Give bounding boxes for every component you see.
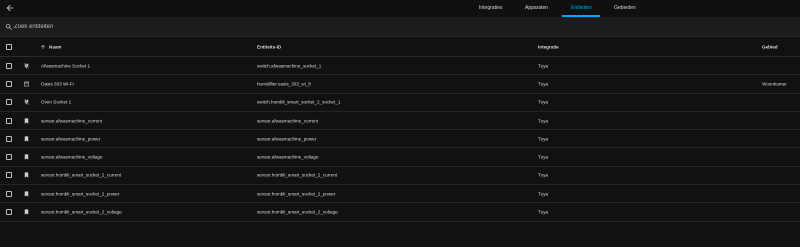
top-app-bar: Integraties Apparaten Entiteiten Gebiede… — [0, 0, 800, 17]
row-checkbox[interactable] — [6, 62, 12, 69]
column-header-integration[interactable]: Integratie — [538, 45, 559, 50]
row-checkbox[interactable] — [6, 99, 12, 106]
air-humidifier-icon — [24, 81, 29, 87]
bookmark-icon — [24, 136, 29, 142]
entity-integration: Tuya — [538, 154, 549, 160]
entity-id: sensor.hombli_smart_socket_2_power — [257, 191, 336, 197]
power-plug-off-icon — [23, 99, 30, 106]
search-icon — [6, 24, 12, 30]
entity-id: sensor.afwasmachine_voltage — [257, 154, 319, 160]
entity-integration: Tuya — [538, 136, 549, 142]
entity-name: sensor.afwasmachine_voltage — [41, 154, 103, 160]
table-row[interactable]: sensor.afwasmachine_current sensor.afwasm… — [0, 112, 800, 131]
table-row[interactable]: sensor.hombli_smart_socket_2_current sens… — [0, 167, 800, 186]
bookmark-icon — [24, 209, 29, 215]
column-header-area[interactable]: Gebied — [762, 45, 778, 50]
table-row[interactable]: sensor.hombli_smart_socket_2_voltage sens… — [0, 203, 800, 222]
entity-id: sensor.hombli_smart_socket_2_current — [257, 172, 338, 178]
entity-name: sensor.hombli_smart_socket_2_voltage — [41, 209, 122, 215]
entity-name: sensor.hombli_smart_socket_2_power — [41, 191, 120, 197]
entity-name: sensor.hombli_smart_socket_2_current — [41, 172, 122, 178]
table-header: Naam Entiteits-ID Integratie Gebied — [0, 38, 800, 57]
table-row[interactable]: Oasis 303 Wi-Fi humidifier.oasis_303_wi_f… — [0, 75, 800, 94]
entity-id: humidifier.oasis_303_wi_fi — [257, 81, 311, 87]
bookmark-icon — [24, 117, 29, 124]
search-bar — [0, 17, 800, 37]
row-checkbox[interactable] — [6, 135, 12, 142]
tab-bar: Integraties Apparaten Entiteiten Gebiede… — [0, 0, 800, 17]
table-body: Afwasmachine Socket 1 switch.afwasmachine… — [0, 57, 800, 222]
entity-id: sensor.hombli_smart_socket_2_voltage — [257, 209, 338, 215]
entity-integration: Tuya — [538, 191, 549, 197]
entity-id: sensor.afwasmachine_current — [257, 118, 319, 124]
entity-id: sensor.afwasmachine_power — [257, 136, 317, 142]
bookmark-icon — [24, 191, 29, 197]
entity-name: Oven Socket 1 — [41, 99, 72, 105]
column-header-name[interactable]: Naam — [49, 45, 62, 50]
row-checkbox[interactable] — [6, 172, 12, 179]
table-row[interactable]: Oven Socket 1 switch.hombli_smart_socket_… — [0, 94, 800, 112]
power-plug-off-icon — [23, 62, 30, 69]
table-row[interactable]: sensor.afwasmachine_power sensor.afwasmac… — [0, 130, 800, 149]
bookmark-icon — [24, 154, 29, 160]
row-checkbox[interactable] — [6, 117, 12, 124]
entity-id: switch.hombli_smart_socket_2_socket_1 — [257, 99, 341, 105]
entities-table: Naam Entiteits-ID Integratie Gebied Afwa… — [0, 38, 800, 222]
bookmark-icon — [24, 172, 29, 179]
entity-integration: Tuya — [538, 63, 549, 69]
tab-gebieden[interactable]: Gebieden — [614, 5, 636, 11]
entity-integration: Tuya — [538, 209, 549, 215]
entity-name: Oasis 303 Wi-Fi — [41, 81, 74, 87]
tab-integraties[interactable]: Integraties — [479, 5, 502, 11]
row-checkbox[interactable] — [6, 209, 12, 216]
entity-area: Woonkamer — [762, 81, 787, 87]
tab-entiteiten[interactable]: Entiteiten — [571, 5, 592, 11]
entity-id: switch.afwasmachine_socket_1 — [257, 63, 322, 69]
entity-integration: Tuya — [538, 99, 549, 105]
table-row[interactable]: sensor.afwasmachine_voltage sensor.afwasm… — [0, 148, 800, 167]
entity-name: Afwasmachine Socket 1 — [41, 63, 91, 69]
tab-apparaten[interactable]: Apparaten — [525, 5, 548, 11]
table-row[interactable]: sensor.hombli_smart_socket_2_power sensor… — [0, 185, 800, 204]
row-checkbox[interactable] — [6, 190, 12, 197]
search-input[interactable] — [14, 20, 314, 34]
row-checkbox[interactable] — [6, 154, 12, 161]
entity-integration: Tuya — [538, 172, 549, 178]
table-row[interactable]: Afwasmachine Socket 1 switch.afwasmachine… — [0, 57, 800, 76]
row-checkbox[interactable] — [6, 80, 12, 87]
entity-integration: Tuya — [538, 118, 549, 124]
column-header-entity-id[interactable]: Entiteits-ID — [257, 45, 281, 50]
entity-name: sensor.afwasmachine_current — [41, 118, 103, 124]
select-all-checkbox[interactable] — [6, 44, 12, 50]
arrow-up-icon[interactable] — [40, 44, 46, 50]
entity-name: sensor.afwasmachine_power — [41, 136, 101, 142]
entity-integration: Tuya — [538, 81, 549, 87]
